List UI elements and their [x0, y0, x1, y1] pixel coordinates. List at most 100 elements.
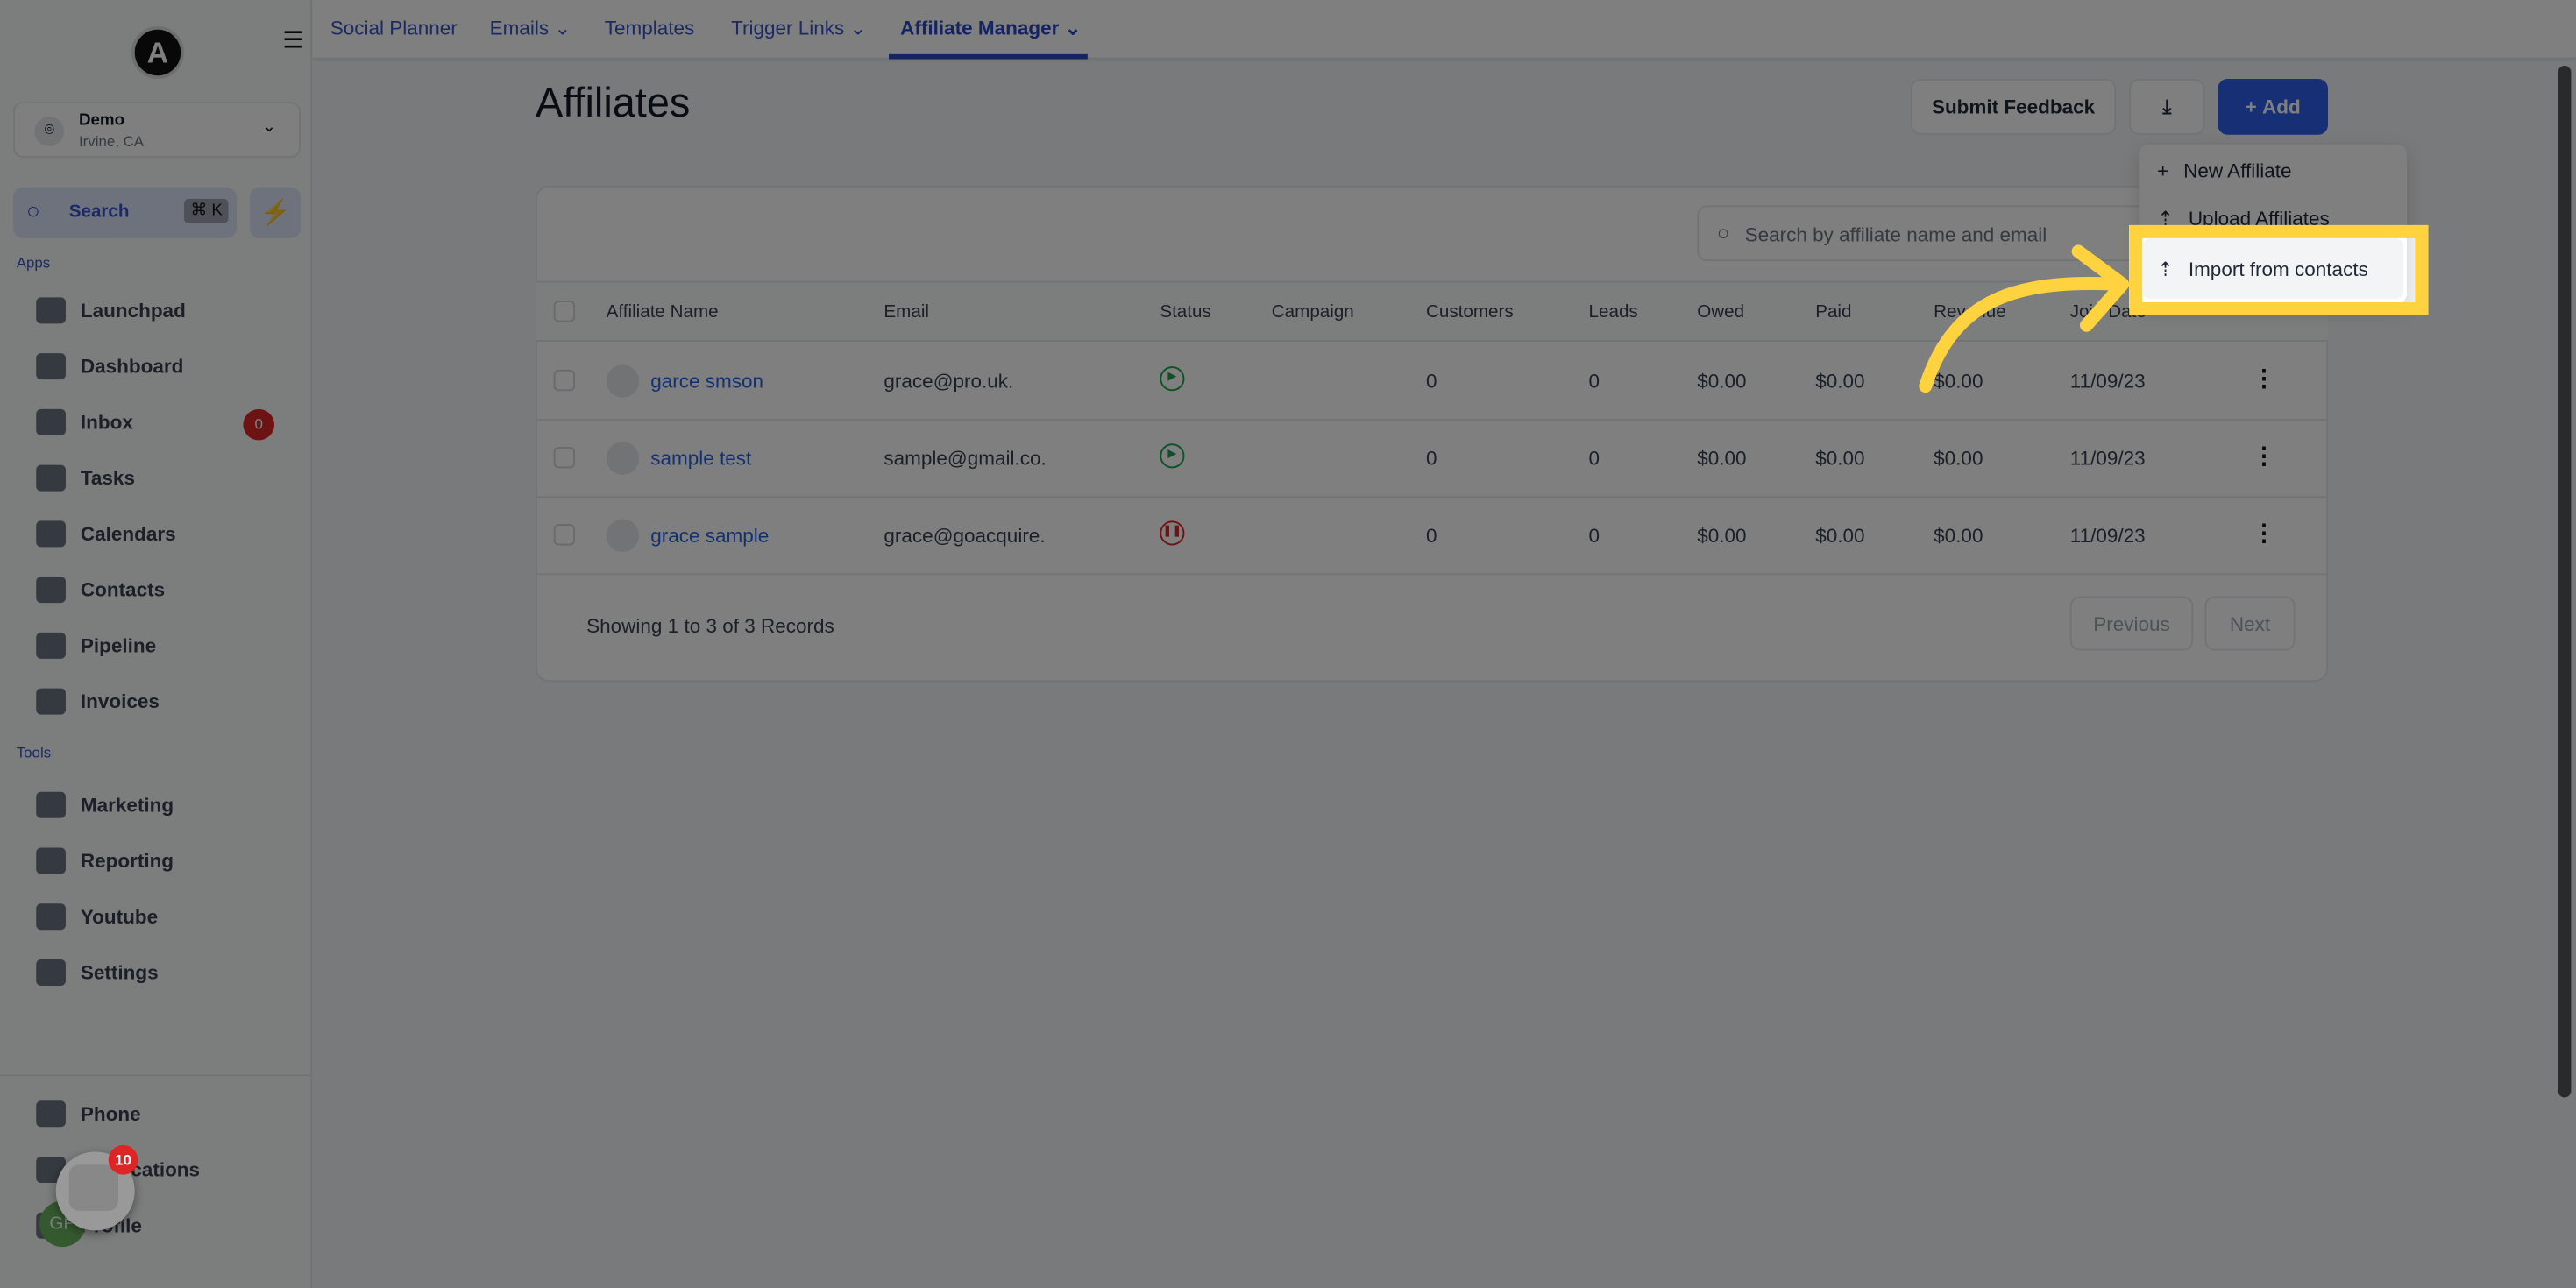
play-status-icon[interactable]: ▶ [1160, 366, 1185, 392]
settings-icon [36, 959, 66, 986]
divider [0, 1074, 313, 1077]
column-header[interactable]: Status [1160, 302, 1210, 322]
row-checkbox[interactable] [553, 369, 576, 392]
arrow-annotation [1919, 244, 2130, 393]
inbox-badge: 0 [243, 408, 275, 441]
tab-trigger-links[interactable]: Trigger Links ⌄ [731, 17, 866, 39]
search-icon: ○ [1716, 220, 1730, 245]
column-header[interactable]: Owed [1697, 302, 1744, 322]
sidebar-item-label: Launchpad [80, 299, 186, 322]
more-options-icon[interactable]: ⋮ [2253, 442, 2275, 470]
column-header[interactable]: Affiliate Name [607, 302, 719, 322]
search-button[interactable]: ○ Search ⌘ K [12, 187, 237, 238]
page-title: Affiliates [536, 80, 691, 127]
cell-name[interactable]: grace sample [650, 524, 769, 547]
reporting-icon [36, 847, 66, 874]
column-header[interactable]: Campaign [1272, 302, 1354, 322]
scrollbar[interactable] [2558, 66, 2572, 1098]
previous-button[interactable]: Previous [2069, 596, 2194, 651]
cell-customers: 0 [1425, 524, 1437, 548]
sidebar-item-invoices[interactable]: Invoices [36, 685, 160, 718]
tab-social-planner[interactable]: Social Planner [330, 17, 458, 39]
contacts-icon [36, 577, 66, 604]
plus-icon: + [2157, 159, 2169, 183]
cell-paid: $0.00 [1815, 447, 1865, 471]
chat-icon [68, 1164, 118, 1211]
play-status-icon[interactable]: ▶ [1160, 443, 1185, 469]
records-count: Showing 1 to 3 of 3 Records [586, 614, 834, 638]
tab-templates[interactable]: Templates [605, 17, 695, 39]
sidebar-item-label: Tasks [80, 466, 135, 490]
chat-widget-button[interactable]: 10 [55, 1144, 138, 1231]
cell-name[interactable]: garce smson [650, 370, 763, 393]
quick-actions-bolt-icon[interactable]: ⚡ [249, 187, 302, 238]
phone-icon [36, 1100, 66, 1128]
more-options-icon[interactable]: ⋮ [2253, 520, 2275, 548]
sidebar-item-label: Dashboard [80, 355, 184, 379]
search-icon: ○ [25, 197, 40, 223]
column-header[interactable]: Paid [1815, 302, 1851, 322]
chat-badge: 10 [108, 1144, 138, 1175]
logo: A [131, 26, 184, 79]
sidebar-item-launchpad[interactable]: Launchpad [36, 294, 186, 328]
location-city: Irvine, CA [78, 132, 145, 150]
collapse-menu-icon[interactable]: ☰ [282, 26, 303, 54]
select-all-checkbox[interactable] [553, 301, 576, 322]
tab-affiliate-manager[interactable]: Affiliate Manager ⌄ [900, 17, 1081, 39]
cell-revenue: $0.00 [1934, 447, 1983, 471]
chevron-down-icon: ⌄ [262, 118, 276, 137]
cell-join: 11/09/23 [2069, 524, 2146, 548]
inbox-icon [36, 408, 66, 435]
launchpad-icon [36, 297, 66, 324]
menu-item-import-from-contacts[interactable]: ⇡ Import from contacts [2142, 237, 2404, 300]
sidebar-item-label: Invoices [80, 690, 160, 713]
sidebar-item-inbox[interactable]: Inbox [36, 406, 133, 439]
next-button[interactable]: Next [2204, 596, 2296, 651]
sidebar-item-marketing[interactable]: Marketing [36, 789, 174, 822]
add-button[interactable]: + Add [2218, 79, 2329, 135]
submit-feedback-button[interactable]: Submit Feedback [1910, 79, 2117, 135]
download-icon[interactable]: ⤓ [2129, 79, 2205, 135]
tab-emails[interactable]: Emails ⌄ [490, 17, 571, 39]
dashboard-icon [36, 353, 66, 380]
more-options-icon[interactable]: ⋮ [2253, 364, 2275, 393]
row-checkbox[interactable] [553, 447, 576, 469]
cell-join: 11/09/23 [2069, 447, 2146, 471]
invoices-icon [36, 688, 66, 715]
cell-owed: $0.00 [1697, 524, 1747, 548]
cell-customers: 0 [1425, 447, 1437, 471]
row-checkbox[interactable] [553, 524, 576, 546]
active-tab-indicator [889, 53, 1088, 60]
sidebar-item-contacts[interactable]: Contacts [36, 573, 165, 606]
location-switcher[interactable]: ⌾ Demo Irvine, CA ⌄ [12, 102, 302, 158]
sidebar-item-label: Phone [80, 1102, 141, 1126]
cell-paid: $0.00 [1815, 369, 1865, 393]
column-header[interactable]: Customers [1426, 302, 1514, 322]
column-header[interactable]: Leads [1589, 302, 1638, 322]
sidebar-item-tasks[interactable]: Tasks [36, 462, 135, 495]
cell-email: grace@goacquire. [884, 524, 1046, 548]
upload-icon: ⇡ [2157, 257, 2174, 280]
shortcut-badge: ⌘ K [183, 198, 230, 223]
cell-leads: 0 [1588, 369, 1600, 393]
cell-name[interactable]: sample test [650, 447, 751, 470]
sidebar-item-label: Pipeline [80, 633, 157, 657]
sidebar-item-phone[interactable]: Phone [36, 1098, 141, 1131]
calendars-icon [36, 520, 66, 548]
sidebar-item-label: Youtube [80, 905, 159, 929]
sidebar-item-calendars[interactable]: Calendars [36, 518, 176, 551]
cell-email: sample@gmail.co. [884, 447, 1047, 471]
sidebar-item-dashboard[interactable]: Dashboard [36, 350, 183, 383]
sidebar-item-settings[interactable]: Settings [36, 956, 159, 989]
avatar [606, 442, 640, 475]
sidebar-item-youtube[interactable]: Youtube [36, 901, 158, 934]
pause-status-icon[interactable]: ❚❚ [1160, 520, 1185, 546]
location-pin-icon: ⌾ [34, 117, 65, 146]
location-name: Demo [78, 111, 125, 131]
column-header[interactable]: Email [884, 302, 929, 322]
cell-revenue: $0.00 [1934, 524, 1983, 548]
sidebar-item-pipeline[interactable]: Pipeline [36, 629, 156, 662]
sidebar-item-reporting[interactable]: Reporting [36, 845, 174, 878]
menu-item-new-affiliate[interactable]: + New Affiliate [2157, 159, 2291, 182]
sidebar-item-label: Settings [80, 960, 159, 985]
